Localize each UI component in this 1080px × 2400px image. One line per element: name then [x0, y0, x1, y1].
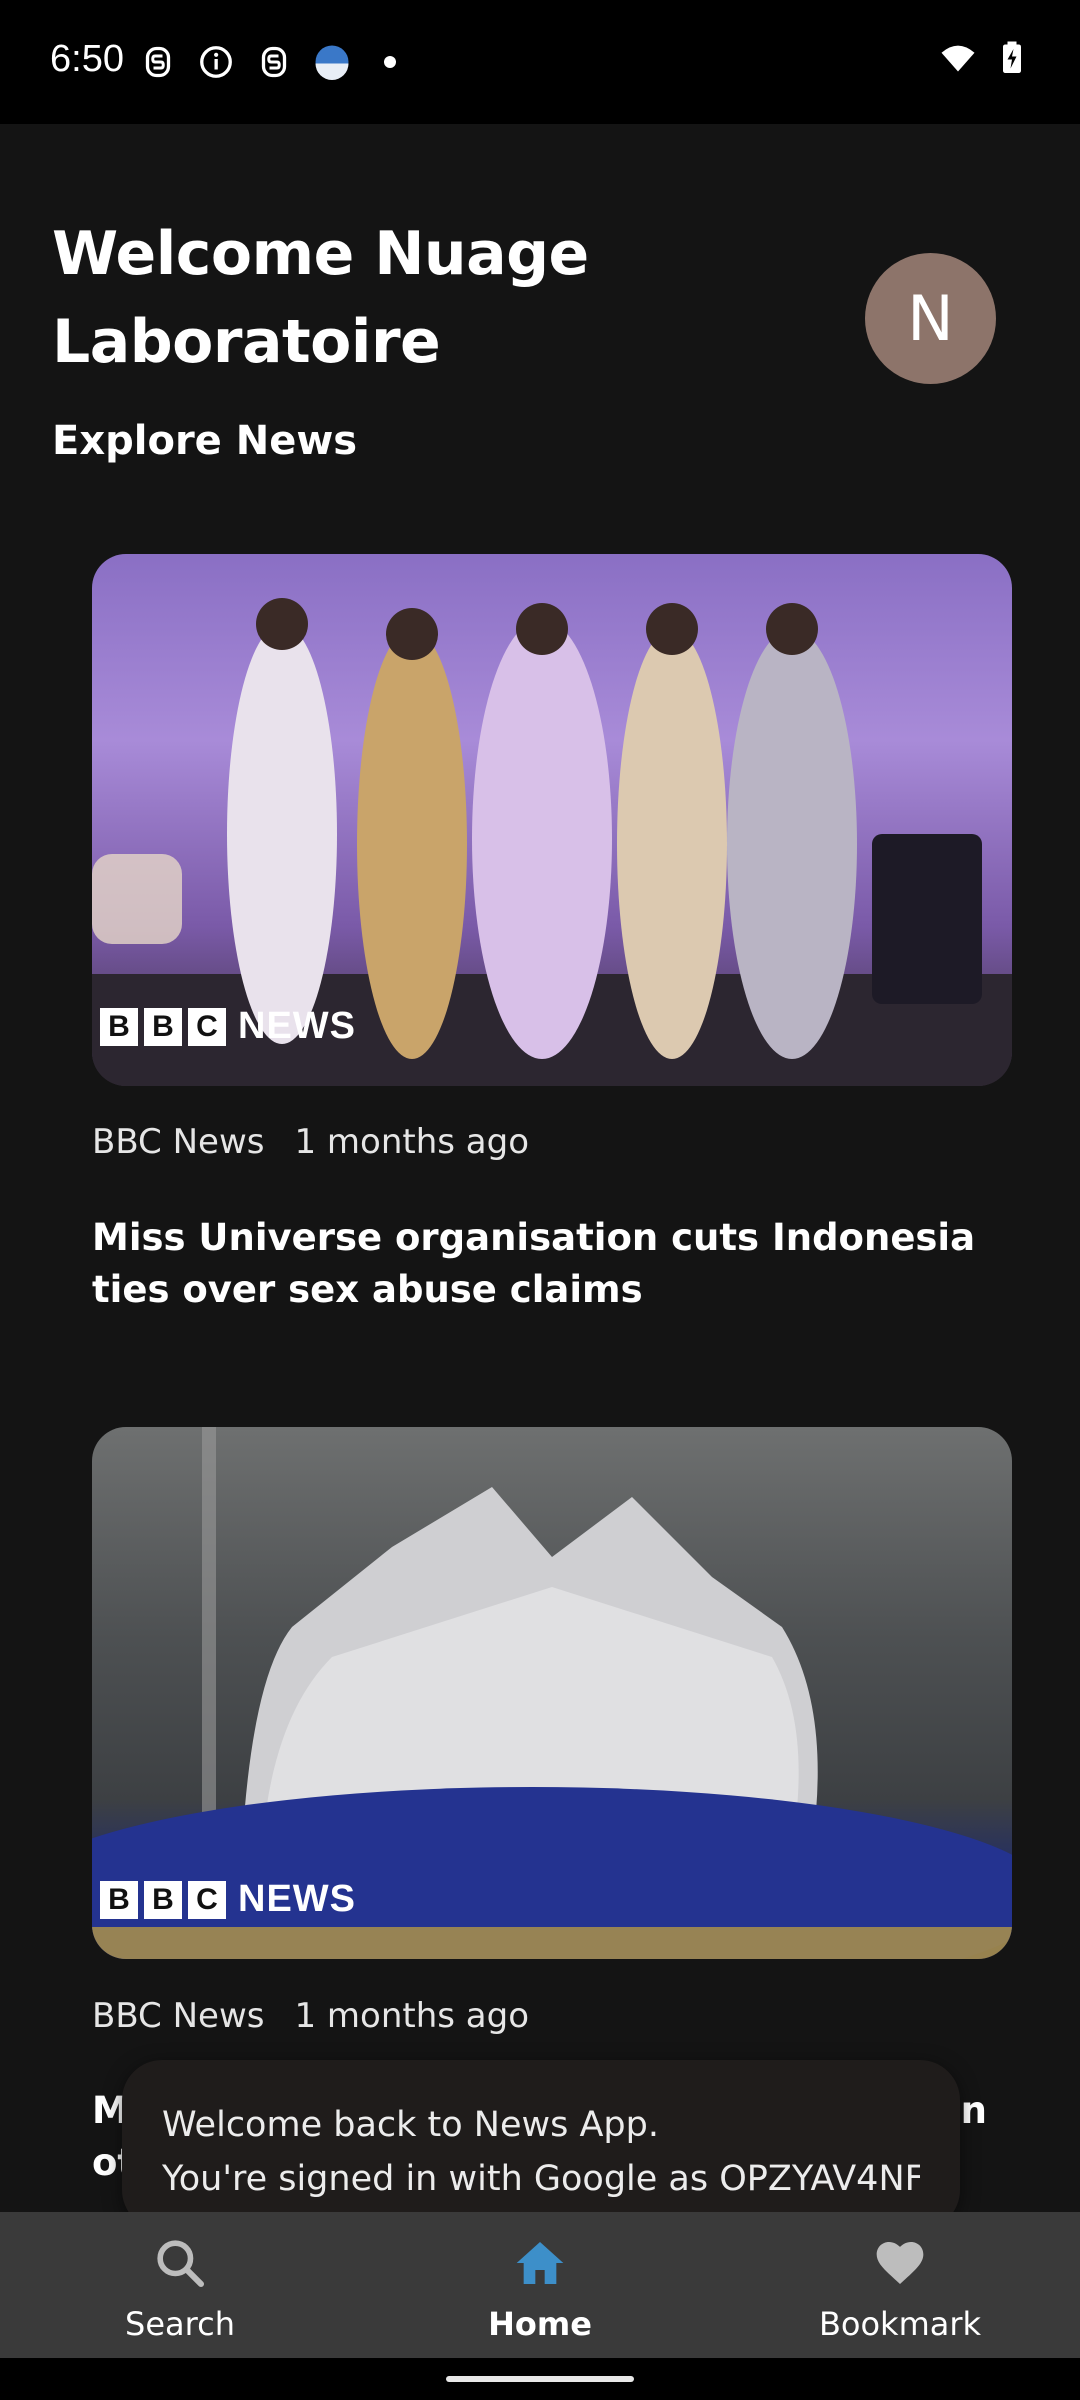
- dot-icon: [372, 44, 408, 80]
- welcome-title: Welcome Nuage Laboratoire: [52, 219, 589, 377]
- status-bar: 6:50: [0, 0, 1080, 124]
- article-meta: BBC News 1 months ago: [92, 1996, 529, 2036]
- info-icon: [198, 44, 234, 80]
- nav-label: Home: [488, 2305, 592, 2343]
- article-age: 1 months ago: [294, 1996, 530, 2036]
- bbc-letter: B: [100, 1007, 138, 1046]
- gesture-handle[interactable]: [446, 2376, 634, 2382]
- bbc-letter: B: [100, 1880, 138, 1919]
- bbc-news-word: NEWS: [238, 1878, 356, 1920]
- snackbar-line1: Welcome back to News App.: [162, 2105, 659, 2145]
- nav-bookmark[interactable]: Bookmark: [750, 2227, 1050, 2343]
- home-icon: [512, 2235, 568, 2295]
- section-title: Explore News: [52, 418, 358, 464]
- bbc-news-logo: B B C NEWS: [100, 1005, 356, 1048]
- notification-s-icon: [256, 44, 292, 80]
- article-image[interactable]: B B C NEWS: [92, 554, 1012, 1086]
- gesture-bar: [0, 2358, 1080, 2400]
- bbc-letter: C: [188, 1007, 226, 1046]
- article-image[interactable]: B B C NEWS: [92, 1427, 1012, 1959]
- status-icons-right: [940, 40, 1030, 76]
- search-icon: [152, 2235, 208, 2295]
- wifi-icon: [940, 40, 976, 76]
- signin-snackbar: Welcome back to News App. You're signed …: [122, 2060, 960, 2230]
- nav-label: Search: [125, 2305, 235, 2343]
- nav-search[interactable]: Search: [30, 2227, 330, 2343]
- avatar[interactable]: N: [865, 253, 996, 384]
- status-time: 6:50: [50, 38, 124, 80]
- article-meta: BBC News 1 months ago: [92, 1122, 529, 1162]
- bbc-news-logo: B B C NEWS: [100, 1878, 356, 1921]
- heart-icon: [872, 2235, 928, 2295]
- bbc-letter: C: [188, 1880, 226, 1919]
- article-source: BBC News: [92, 1122, 265, 1162]
- status-icons-left: [140, 44, 408, 80]
- nav-label: Bookmark: [818, 2305, 982, 2343]
- nav-home[interactable]: Home: [390, 2227, 690, 2343]
- article-age: 1 months ago: [294, 1122, 530, 1162]
- bbc-letter: B: [144, 1007, 182, 1046]
- bbc-letter: B: [144, 1880, 182, 1919]
- bbc-news-word: NEWS: [238, 1005, 356, 1047]
- test-app-icon: [314, 44, 350, 80]
- article-title[interactable]: Miss Universe organisation cuts Indonesi…: [92, 1212, 992, 1316]
- notification-s-icon: [140, 44, 176, 80]
- battery-charging-icon: [994, 40, 1030, 76]
- snackbar-line2: You're signed in with Google as OPZYAV4N…: [162, 2159, 920, 2199]
- article-source: BBC News: [92, 1996, 265, 2036]
- bottom-navigation: Search Home Bookmark: [0, 2212, 1080, 2358]
